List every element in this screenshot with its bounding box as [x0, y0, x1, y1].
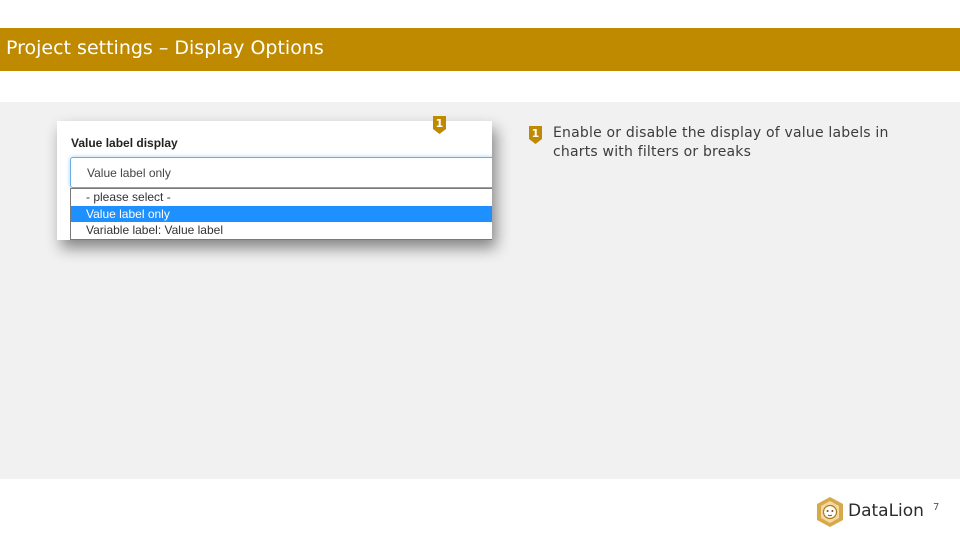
lion-logo-icon: [814, 496, 846, 528]
settings-screenshot: Value label display Value label only - p…: [57, 121, 492, 240]
page-number: 7: [933, 502, 940, 513]
selected-value: Value label only: [87, 166, 171, 180]
brand-name: DataLion: [848, 501, 924, 521]
callout-marker-number: 1: [531, 127, 540, 140]
callout-description: Enable or disable the display of value l…: [553, 125, 889, 160]
page-title: Project settings – Display Options: [6, 37, 324, 59]
value-label-display-select[interactable]: Value label only: [70, 157, 492, 188]
dropdown-option-selected[interactable]: Value label only: [71, 206, 492, 222]
value-label-display-label: Value label display: [71, 136, 178, 150]
dropdown-option[interactable]: - please select -: [71, 189, 492, 205]
title-bar: Project settings – Display Options: [0, 28, 960, 71]
callout-marker-number: 1: [435, 117, 444, 130]
slide: Project settings – Display Options Value…: [0, 0, 960, 540]
dropdown-list: - please select - Value label only Varia…: [70, 188, 492, 240]
callout-marker-icon: 1: [529, 126, 542, 144]
callout-marker-icon: 1: [433, 116, 446, 134]
dropdown-option[interactable]: Variable label: Value label: [71, 222, 492, 238]
